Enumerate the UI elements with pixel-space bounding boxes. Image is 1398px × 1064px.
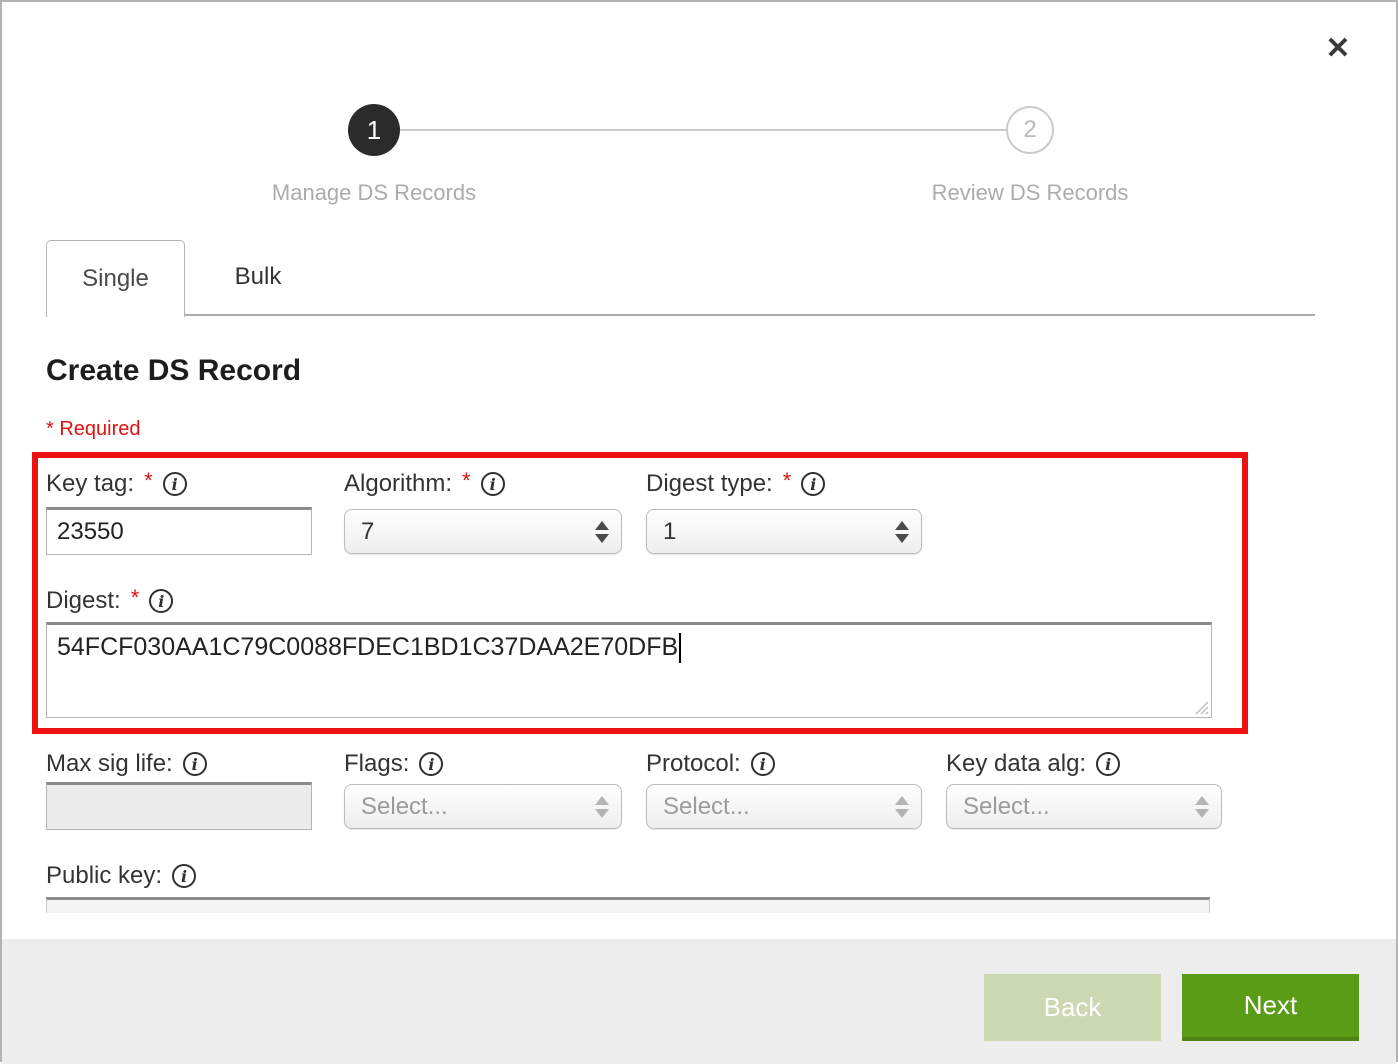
select-stepper-arrows-icon (1195, 796, 1209, 818)
key-data-alg-select[interactable]: Select... (946, 784, 1222, 829)
max-sig-life-label-text: Max sig life: (46, 750, 173, 778)
flags-label: Flags: i (344, 750, 443, 778)
next-button[interactable]: Next (1182, 974, 1359, 1041)
tab-bulk[interactable]: Bulk (185, 240, 331, 314)
protocol-label-text: Protocol: (646, 750, 741, 778)
digest-type-label-text: Digest type: (646, 470, 773, 498)
key-tag-label-text: Key tag: (46, 470, 134, 498)
text-caret (679, 633, 681, 663)
info-icon[interactable]: i (183, 752, 207, 776)
digest-label: Digest: * i (46, 587, 173, 615)
select-stepper-arrows-icon (895, 521, 909, 543)
select-stepper-arrows-icon (595, 521, 609, 543)
algorithm-label-text: Algorithm: (344, 470, 452, 498)
info-icon[interactable]: i (801, 472, 825, 496)
create-ds-record-dialog: ✕ 1 2 Manage DS Records Review DS Record… (0, 0, 1398, 1062)
digest-label-text: Digest: (46, 587, 121, 615)
required-asterisk: * (131, 585, 140, 611)
info-icon[interactable]: i (149, 589, 173, 613)
back-button[interactable]: Back (984, 974, 1161, 1041)
step-1-circle: 1 (348, 104, 400, 156)
info-icon[interactable]: i (1096, 752, 1120, 776)
required-asterisk: * (462, 468, 471, 494)
flags-label-text: Flags: (344, 750, 409, 778)
algorithm-select[interactable]: 7 (344, 509, 622, 554)
protocol-select[interactable]: Select... (646, 784, 922, 829)
flags-select-value: Select... (361, 793, 448, 821)
key-data-alg-label-text: Key data alg: (946, 750, 1086, 778)
tab-bottom-rule (185, 314, 1315, 316)
digest-value: 54FCF030AA1C79C0088FDEC1BD1C37DAA2E70DFB (57, 633, 678, 661)
required-asterisk: * (783, 468, 792, 494)
key-tag-label: Key tag: * i (46, 470, 187, 498)
info-icon[interactable]: i (172, 864, 196, 888)
digest-type-label: Digest type: * i (646, 470, 825, 498)
public-key-label-text: Public key: (46, 862, 162, 890)
max-sig-life-label: Max sig life: i (46, 750, 207, 778)
step-1-label: Manage DS Records (204, 180, 544, 206)
digest-textarea[interactable]: 54FCF030AA1C79C0088FDEC1BD1C37DAA2E70DFB (46, 622, 1212, 718)
info-icon[interactable]: i (163, 472, 187, 496)
flags-select[interactable]: Select... (344, 784, 622, 829)
close-icon[interactable]: ✕ (1316, 26, 1360, 70)
select-stepper-arrows-icon (595, 796, 609, 818)
digest-type-select-value: 1 (663, 518, 676, 546)
required-note: * Required (46, 418, 141, 441)
key-tag-input[interactable] (46, 507, 312, 555)
info-icon[interactable]: i (751, 752, 775, 776)
page-title: Create DS Record (46, 354, 301, 388)
public-key-label: Public key: i (46, 862, 196, 890)
step-2-label: Review DS Records (860, 180, 1200, 206)
algorithm-select-value: 7 (361, 518, 374, 546)
public-key-textarea[interactable] (46, 897, 1210, 913)
protocol-label: Protocol: i (646, 750, 775, 778)
max-sig-life-input[interactable] (46, 782, 312, 830)
info-icon[interactable]: i (481, 472, 505, 496)
info-icon[interactable]: i (419, 752, 443, 776)
digest-type-select[interactable]: 1 (646, 509, 922, 554)
key-data-alg-label: Key data alg: i (946, 750, 1120, 778)
tab-single[interactable]: Single (46, 240, 185, 317)
algorithm-label: Algorithm: * i (344, 470, 505, 498)
required-asterisk: * (144, 468, 153, 494)
select-stepper-arrows-icon (895, 796, 909, 818)
resize-handle-icon[interactable] (1193, 699, 1209, 715)
key-data-alg-select-value: Select... (963, 793, 1050, 821)
protocol-select-value: Select... (663, 793, 750, 821)
step-2-circle: 2 (1006, 106, 1054, 154)
stepper-connector (400, 129, 1006, 131)
